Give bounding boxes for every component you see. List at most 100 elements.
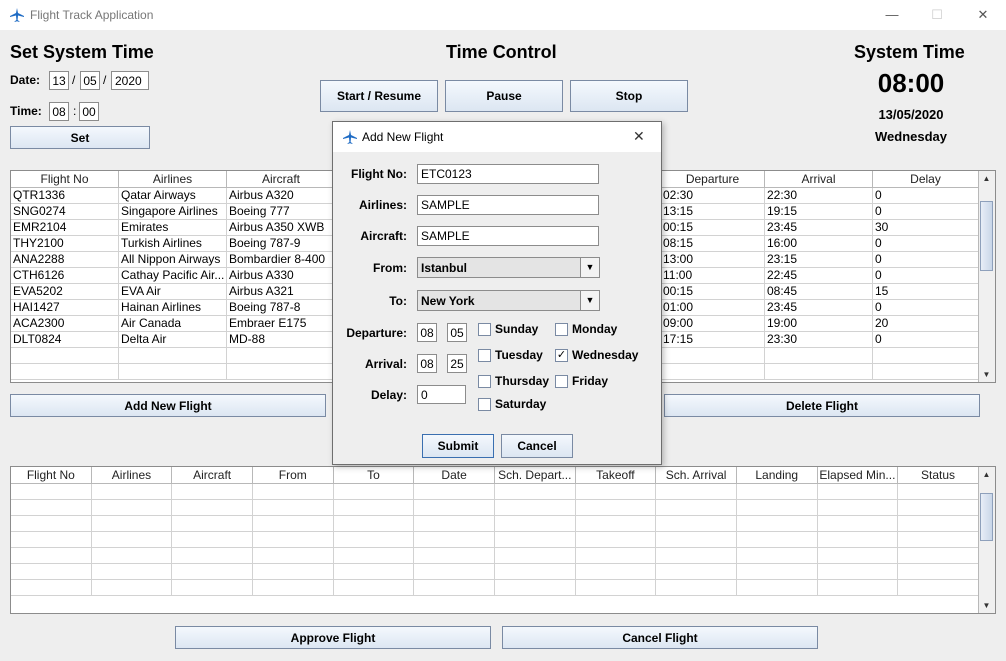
dialog-cancel-button[interactable]: Cancel (501, 434, 573, 458)
column-header[interactable]: Aircraft (172, 467, 253, 483)
scrollbar-thumb[interactable] (980, 201, 993, 271)
column-header[interactable]: Departure (661, 171, 765, 187)
column-header[interactable]: Airlines (92, 467, 173, 483)
table-row[interactable] (11, 484, 979, 500)
saturday-checkbox[interactable] (478, 398, 491, 411)
column-header[interactable]: Takeoff (576, 467, 657, 483)
stop-button[interactable]: Stop (570, 80, 688, 112)
table-row[interactable] (11, 500, 979, 516)
table-cell: 23:30 (765, 332, 873, 347)
column-header[interactable]: Aircraft (227, 171, 336, 187)
table-cell: Hainan Airlines (119, 300, 227, 315)
departure-minute-field[interactable]: 05 (447, 323, 467, 342)
table-cell (414, 564, 495, 579)
column-header[interactable]: Sch. Depart... (495, 467, 576, 483)
column-header[interactable]: To (334, 467, 415, 483)
window-titlebar: Flight Track Application — ☐ ✕ (0, 0, 1006, 30)
aircraft-field[interactable]: SAMPLE (417, 226, 599, 246)
table-row[interactable] (11, 516, 979, 532)
table-cell: 22:45 (765, 268, 873, 283)
pause-button[interactable]: Pause (445, 80, 563, 112)
column-header[interactable]: Date (414, 467, 495, 483)
close-window-button[interactable]: ✕ (960, 0, 1006, 30)
table-cell (576, 580, 657, 595)
flight-no-field[interactable]: ETC0123 (417, 164, 599, 184)
arrival-hour-field[interactable]: 08 (417, 354, 437, 373)
table-row[interactable] (11, 532, 979, 548)
delay-field[interactable]: 0 (417, 385, 466, 404)
year-field[interactable]: 2020 (111, 71, 149, 90)
column-header[interactable]: Arrival (765, 171, 873, 187)
table-cell: Airbus A350 XWB (227, 220, 336, 235)
scroll-down-icon[interactable]: ▼ (979, 367, 994, 382)
column-header[interactable]: Elapsed Min... (818, 467, 899, 483)
month-field[interactable]: 05 (80, 71, 100, 90)
table-cell (227, 364, 336, 379)
maximize-button[interactable]: ☐ (914, 0, 960, 30)
wednesday-checkbox[interactable]: ✓ (555, 349, 568, 362)
scroll-down-icon[interactable]: ▼ (979, 598, 994, 613)
column-header[interactable]: Landing (737, 467, 818, 483)
chevron-down-icon[interactable]: ▼ (580, 258, 599, 277)
cancel-flight-button[interactable]: Cancel Flight (502, 626, 818, 649)
start-resume-button[interactable]: Start / Resume (320, 80, 438, 112)
approve-flight-button[interactable]: Approve Flight (175, 626, 491, 649)
add-new-flight-button[interactable]: Add New Flight (10, 394, 326, 417)
table-cell: 01:00 (661, 300, 765, 315)
table-cell (495, 500, 576, 515)
table-cell: 20 (873, 316, 979, 331)
column-header[interactable]: Status (898, 467, 979, 483)
departure-hour-field[interactable]: 08 (417, 323, 437, 342)
day-field[interactable]: 13 (49, 71, 69, 90)
table-cell: SNG0274 (11, 204, 119, 219)
tuesday-checkbox[interactable] (478, 349, 491, 362)
column-header[interactable]: Flight No (11, 171, 119, 187)
tracking-scrollbar[interactable]: ▲ ▼ (978, 467, 995, 613)
table-row[interactable] (11, 548, 979, 564)
table-cell: 00:15 (661, 284, 765, 299)
submit-button[interactable]: Submit (422, 434, 494, 458)
column-header[interactable]: From (253, 467, 334, 483)
table-cell (172, 532, 253, 547)
to-select[interactable]: New York ▼ (417, 290, 600, 311)
table-cell (253, 548, 334, 563)
set-time-button[interactable]: Set (10, 126, 150, 149)
column-header[interactable]: Flight No (11, 467, 92, 483)
minimize-button[interactable]: — (869, 0, 915, 30)
table-row[interactable] (11, 580, 979, 596)
monday-checkbox[interactable] (555, 323, 568, 336)
from-select[interactable]: Istanbul ▼ (417, 257, 600, 278)
delete-flight-button[interactable]: Delete Flight (664, 394, 980, 417)
column-header[interactable]: Airlines (119, 171, 227, 187)
flights-scrollbar[interactable]: ▲ ▼ (978, 171, 995, 382)
table-cell (495, 564, 576, 579)
arrival-minute-field[interactable]: 25 (447, 354, 467, 373)
column-header[interactable]: Delay (873, 171, 979, 187)
table-row[interactable] (11, 564, 979, 580)
tracking-table-header: Flight No Airlines Aircraft From To Date Sch. … (11, 467, 979, 484)
table-cell (172, 580, 253, 595)
sunday-checkbox[interactable] (478, 323, 491, 336)
hour-field[interactable]: 08 (49, 102, 69, 121)
scroll-up-icon[interactable]: ▲ (979, 171, 994, 186)
window-title: Flight Track Application (30, 8, 154, 22)
table-cell: Embraer E175 (227, 316, 336, 331)
table-cell (11, 348, 119, 363)
friday-checkbox[interactable] (555, 375, 568, 388)
dialog-close-icon[interactable]: ✕ (633, 128, 645, 145)
set-system-time-heading: Set System Time (10, 42, 154, 62)
column-header[interactable]: Sch. Arrival (656, 467, 737, 483)
airlines-field[interactable]: SAMPLE (417, 195, 599, 215)
table-cell (656, 548, 737, 563)
thursday-checkbox[interactable] (478, 375, 491, 388)
minute-field[interactable]: 00 (79, 102, 99, 121)
scroll-up-icon[interactable]: ▲ (979, 467, 994, 482)
aircraft-label: Aircraft: (360, 229, 407, 243)
table-cell: Boeing 777 (227, 204, 336, 219)
scrollbar-thumb[interactable] (980, 493, 993, 541)
chevron-down-icon[interactable]: ▼ (580, 291, 599, 310)
sunday-label: Sunday (495, 322, 539, 336)
table-cell: ACA2300 (11, 316, 119, 331)
table-cell (576, 484, 657, 499)
table-cell: EMR2104 (11, 220, 119, 235)
